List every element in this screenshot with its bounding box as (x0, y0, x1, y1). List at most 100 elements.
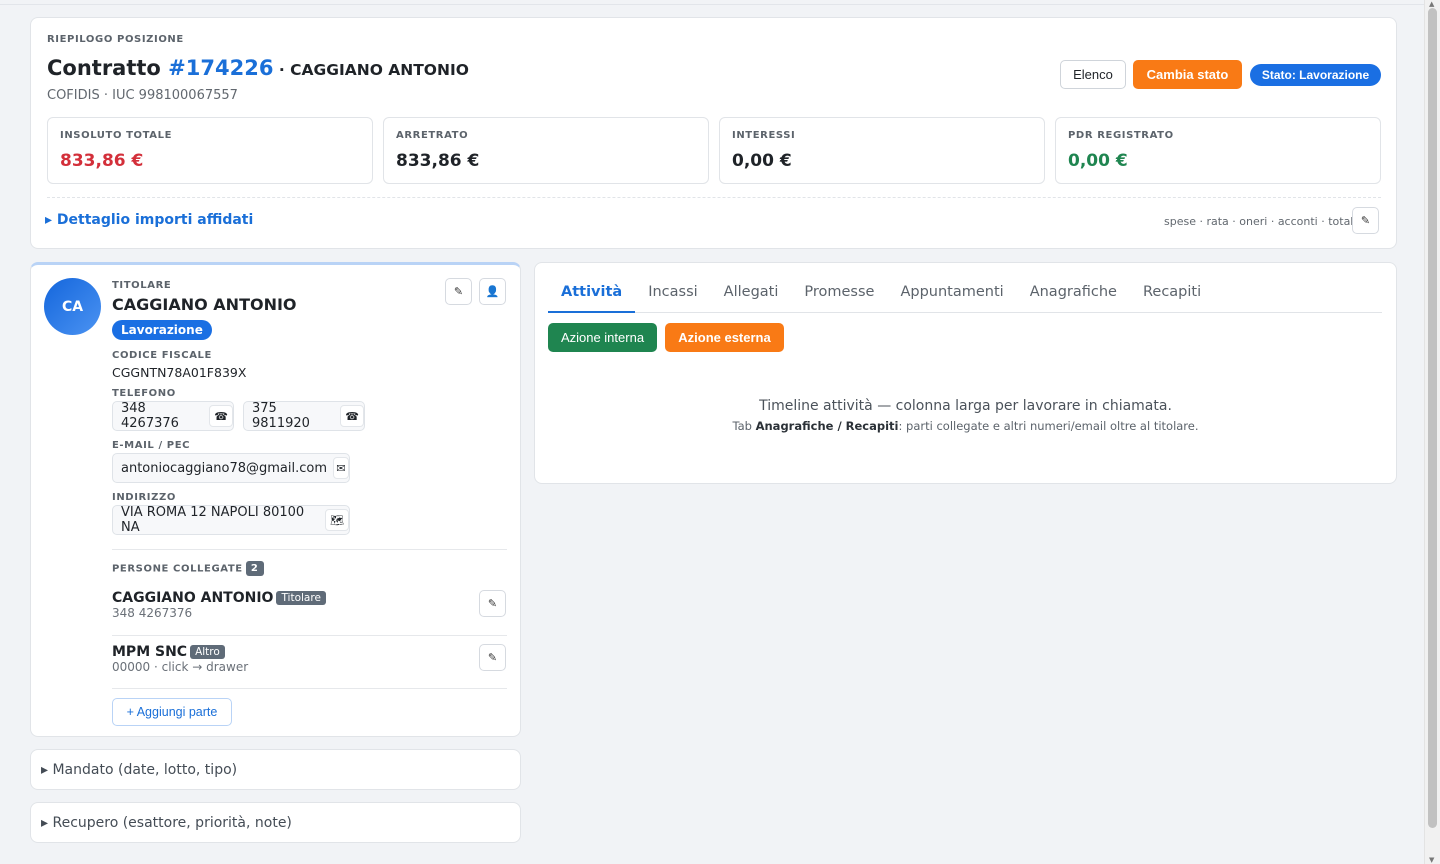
user-icon: 👤 (485, 285, 500, 298)
metric-value: 0,00 € (1068, 151, 1128, 171)
metric-pdr-registrato: PDR REGISTRATO 0,00 € (1055, 117, 1381, 184)
metric-insoluto-totale: INSOLUTO TOTALE 833,86 € (47, 117, 373, 184)
top-border (0, 0, 1424, 5)
tab-bar: Attività Incassi Allegati Promesse Appun… (548, 275, 1382, 313)
metric-interessi: INTERESSI 0,00 € (719, 117, 1045, 184)
mandato-section-toggle[interactable]: ▸ Mandato (date, lotto, tipo) (30, 749, 521, 790)
phone-chip: 375 9811920 ☎ (243, 401, 365, 431)
timeline-hint: Tab Anagrafiche / Recapiti: parti colleg… (535, 419, 1396, 433)
linked-person-sub: 348 4267376 (112, 606, 193, 620)
phone-icon[interactable]: ☎ (340, 405, 364, 427)
divider (112, 688, 507, 689)
address-chip: VIA ROMA 12 NAPOLI 80100 NA 🗺 (112, 505, 350, 535)
add-party-button[interactable]: + Aggiungi parte (112, 698, 232, 726)
address-value: VIA ROMA 12 NAPOLI 80100 NA (121, 505, 305, 535)
linked-person-tag: Titolare (276, 591, 326, 605)
pencil-icon: ✎ (1360, 214, 1371, 227)
edit-linked-person-button[interactable]: ✎ (479, 590, 506, 617)
internal-action-button[interactable]: Azione interna (548, 323, 657, 352)
metric-value: 833,86 € (396, 151, 480, 171)
holder-status-badge: Lavorazione (112, 320, 212, 340)
hint-recapiti: Recapiti (845, 419, 899, 433)
metric-value: 0,00 € (732, 151, 792, 171)
metric-label: PDR REGISTRATO (1068, 130, 1174, 141)
tab-recapiti[interactable]: Recapiti (1130, 275, 1214, 313)
edit-amounts-button[interactable]: ✎ (1352, 207, 1379, 234)
title-separator: · (273, 61, 291, 79)
phone-number: 375 9811920 (252, 401, 310, 431)
email-label: E-MAIL / PEC (112, 440, 191, 451)
details-hint: spese · rata · oneri · acconti · totale (1164, 215, 1361, 228)
scrollbar-thumb[interactable] (1428, 8, 1437, 828)
title-prefix: Contratto (47, 56, 161, 80)
tab-incassi[interactable]: Incassi (635, 275, 710, 313)
phone-icon[interactable]: ☎ (209, 405, 233, 427)
linked-person-name: CAGGIANO ANTONIO (112, 590, 274, 606)
metric-value: 833,86 € (60, 151, 144, 171)
linked-persons-title: PERSONE COLLEGATE (112, 563, 243, 575)
linked-person-sub: 00000 · click → drawer (112, 660, 249, 674)
summary-subtitle: COFIDIS · IUC 998100067557 (47, 88, 238, 103)
hint-prefix: Tab (732, 419, 756, 433)
phone-number: 348 4267376 (121, 401, 179, 431)
pencil-icon: ✎ (453, 285, 464, 298)
hint-anagrafiche: Anagrafiche (755, 419, 834, 433)
contract-number: #174226 (168, 56, 274, 80)
summary-label: RIEPILOGO POSIZIONE (47, 34, 184, 45)
recupero-section-toggle[interactable]: ▸ Recupero (esattore, priorità, note) (30, 802, 521, 843)
linked-person-name-line: CAGGIANO ANTONIO Titolare (112, 590, 326, 606)
avatar: CA (44, 278, 101, 335)
holder-profile-button[interactable]: 👤 (479, 278, 506, 305)
linked-person-tag: Altro (190, 645, 225, 659)
hint-suffix: : parti collegate e altri numeri/email o… (898, 419, 1199, 433)
metric-label: ARRETRATO (396, 130, 469, 141)
external-action-button[interactable]: Azione esterna (665, 323, 784, 352)
scroll-up-icon[interactable]: ▲ (1429, 0, 1434, 8)
summary-card: RIEPILOGO POSIZIONE Contratto #174226 · … (30, 17, 1397, 249)
tab-attivita[interactable]: Attività (548, 275, 636, 313)
status-badge: Stato: Lavorazione (1250, 64, 1381, 86)
email-chip: antoniocaggiano78@gmail.com ✉ (112, 453, 350, 483)
divider (47, 197, 1381, 198)
tab-promesse[interactable]: Promesse (791, 275, 887, 313)
fiscal-code-label: CODICE FISCALE (112, 350, 212, 361)
divider (112, 549, 507, 550)
phone-chip: 348 4267376 ☎ (112, 401, 234, 431)
details-amounts-toggle[interactable]: ▸ Dettaglio importi affidati (45, 212, 253, 228)
activity-card: Attività Incassi Allegati Promesse Appun… (534, 262, 1397, 484)
email-value: antoniocaggiano78@gmail.com (121, 460, 327, 476)
linked-person-row: CAGGIANO ANTONIO Titolare 348 4267376 (112, 590, 326, 620)
timeline-placeholder: Timeline attività — colonna larga per la… (759, 398, 1172, 414)
pencil-icon: ✎ (487, 651, 498, 664)
mail-icon[interactable]: ✉ (333, 457, 349, 479)
tab-appuntamenti[interactable]: Appuntamenti (887, 275, 1016, 313)
metric-arretrato: ARRETRATO 833,86 € (383, 117, 709, 184)
address-label: INDIRIZZO (112, 492, 176, 503)
scroll-down-icon[interactable]: ▼ (1429, 856, 1434, 864)
tab-allegati[interactable]: Allegati (711, 275, 792, 313)
linked-person-name: MPM SNC (112, 644, 188, 660)
linked-count-badge: 2 (245, 561, 264, 576)
hint-separator: / (833, 419, 846, 433)
metric-label: INTERESSI (732, 130, 796, 141)
linked-person-name-line: MPM SNC Altro (112, 644, 248, 660)
fiscal-code-value: CGGNTN78A01F839X (112, 365, 247, 380)
cambia-stato-button[interactable]: Cambia stato (1133, 60, 1242, 89)
divider (112, 635, 507, 636)
edit-linked-person-button[interactable]: ✎ (479, 644, 506, 671)
holder-name: CAGGIANO ANTONIO (112, 295, 297, 314)
metric-label: INSOLUTO TOTALE (60, 130, 173, 141)
linked-person-row[interactable]: MPM SNC Altro 00000 · click → drawer (112, 644, 248, 674)
edit-holder-button[interactable]: ✎ (445, 278, 472, 305)
holder-card: CA TITOLARE CAGGIANO ANTONIO Lavorazione… (30, 262, 521, 737)
map-icon[interactable]: 🗺 (324, 509, 349, 531)
holder-role-label: TITOLARE (112, 280, 172, 291)
phone-label: TELEFONO (112, 388, 176, 399)
pencil-icon: ✎ (487, 597, 498, 610)
page-scrollbar[interactable]: ▲ ▼ (1424, 0, 1440, 864)
linked-persons-label: PERSONE COLLEGATE 2 (112, 561, 264, 576)
elenco-button[interactable]: Elenco (1060, 60, 1126, 89)
title-debtor-name: CAGGIANO ANTONIO (290, 61, 469, 79)
tab-anagrafiche[interactable]: Anagrafiche (1017, 275, 1130, 313)
page-title: Contratto #174226 · CAGGIANO ANTONIO (47, 56, 469, 80)
